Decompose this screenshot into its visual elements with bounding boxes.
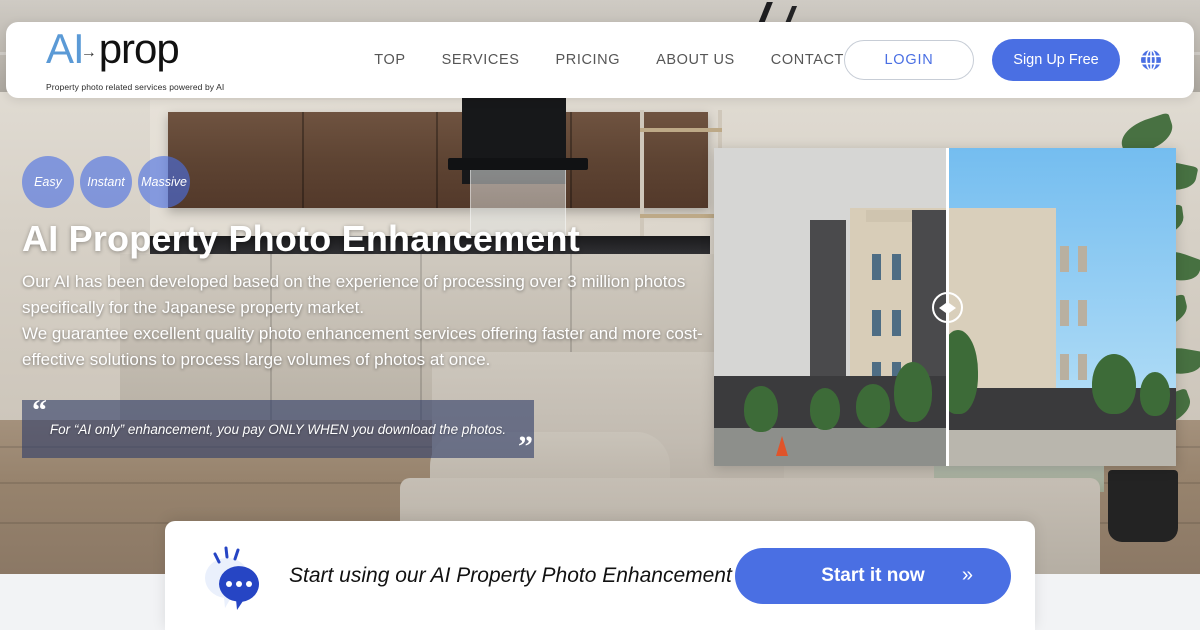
start-it-now-label: Start it now (821, 564, 925, 586)
cta-banner: Start using our AI Property Photo Enhanc… (165, 521, 1035, 630)
quote-open-mark: “ (32, 394, 47, 427)
logo[interactable]: AI→prop Property photo related services … (46, 25, 274, 93)
badge-easy: Easy (22, 156, 74, 208)
chat-bubble-icon (195, 538, 271, 614)
nav-item-pricing[interactable]: PRICING (556, 52, 621, 68)
site-header: AI→prop Property photo related services … (6, 22, 1194, 98)
after-ground (946, 430, 1176, 466)
nav-item-top[interactable]: TOP (374, 52, 405, 68)
login-button[interactable]: LOGIN (844, 40, 974, 80)
before-after-comparison-slider[interactable] (714, 148, 1176, 466)
nav-item-services[interactable]: SERVICES (442, 52, 520, 68)
nav-item-about-us[interactable]: ABOUT US (656, 52, 735, 68)
feature-badges: Easy Instant Massive (22, 156, 190, 208)
photo-upper-cabinets (168, 112, 708, 208)
photo-plant-pot (1108, 470, 1178, 542)
before-traffic-cone (776, 436, 788, 456)
logo-arrow-icon: → (80, 44, 97, 61)
chevron-left-icon (939, 302, 946, 313)
quote-text: For “AI only” enhancement, you pay ONLY … (49, 421, 507, 437)
start-it-now-button[interactable]: Start it now » (735, 547, 1011, 604)
logo-ai-text: AI (46, 25, 85, 72)
quote-close-mark: ” (518, 430, 533, 463)
header-actions: LOGIN Sign Up Free (844, 39, 1164, 81)
before-image-pane (714, 148, 946, 466)
cta-headline: Start using our AI Property Photo Enhanc… (289, 563, 732, 587)
double-chevron-right-icon: » (961, 564, 973, 586)
chevron-right-icon (949, 302, 956, 313)
slider-handle-icon[interactable] (932, 292, 963, 323)
badge-massive: Massive (138, 156, 190, 208)
page-title: AI Property Photo Enhancement (22, 218, 580, 259)
hero-description: Our AI has been developed based on the e… (22, 272, 703, 369)
pricing-quote-banner: For “AI only” enhancement, you pay ONLY … (22, 400, 534, 458)
logo-prop-text: prop (98, 25, 180, 72)
photo-range-hood-lip (448, 158, 588, 170)
nav-item-contact[interactable]: CONTACT (771, 52, 844, 68)
logo-tagline: Property photo related services powered … (46, 82, 225, 92)
before-ground (714, 428, 946, 466)
globe-icon[interactable] (1138, 47, 1164, 73)
main-navigation: TOP SERVICES PRICING ABOUT US CONTACT (374, 52, 844, 68)
after-image-pane (946, 148, 1176, 466)
badge-instant: Instant (80, 156, 132, 208)
sign-up-free-button[interactable]: Sign Up Free (992, 39, 1120, 81)
